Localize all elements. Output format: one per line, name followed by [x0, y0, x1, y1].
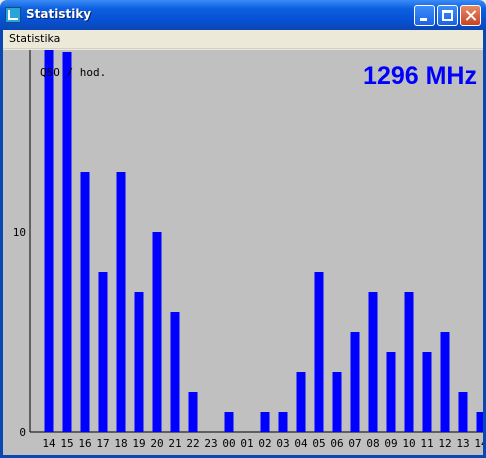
x-tick-label: 18	[114, 437, 127, 450]
bar	[134, 292, 144, 432]
x-tick-label: 06	[330, 437, 343, 450]
x-tick-label: 01	[240, 437, 253, 450]
window-title: Statistiky	[26, 7, 92, 21]
x-tick-label: 07	[348, 437, 361, 450]
x-tick-label: 04	[294, 437, 308, 450]
bar	[62, 52, 72, 432]
bar	[260, 412, 270, 432]
bar	[476, 412, 483, 432]
bar	[422, 352, 432, 432]
statistiky-window: Statistiky Statistika 0 10 14 15 16 17 18 19 20 2…	[0, 0, 486, 458]
bar	[332, 372, 342, 432]
y-tick-label: 0	[19, 426, 26, 439]
bar	[350, 332, 360, 432]
bar	[386, 352, 396, 432]
x-tick-label: 03	[276, 437, 289, 450]
x-tick-label: 12	[438, 437, 451, 450]
x-tick-label: 14	[42, 437, 56, 450]
frequency-label: 1296 MHz	[363, 62, 477, 90]
bar	[116, 172, 126, 432]
bar	[296, 372, 306, 432]
y-tick-label: 10	[13, 226, 26, 239]
x-tick-label: 02	[258, 437, 271, 450]
x-tick-label: 05	[312, 437, 325, 450]
x-tick-label: 00	[222, 437, 235, 450]
x-tick-label: 17	[96, 437, 109, 450]
x-tick-label: 14	[474, 437, 483, 450]
x-tick-label: 13	[456, 437, 469, 450]
bar	[368, 292, 378, 432]
bar	[278, 412, 288, 432]
bar	[314, 272, 324, 432]
x-tick-label: 10	[402, 437, 415, 450]
bar	[458, 392, 468, 432]
bar	[188, 392, 198, 432]
close-button[interactable]	[460, 5, 481, 26]
menu-item-statistika[interactable]: Statistika	[9, 32, 60, 45]
bar-chart: 0 10 14 15 16 17 18 19 20 21 22 23 00 01 02 03 04 05 06 07 0…	[13, 50, 483, 450]
x-tick-label: 23	[204, 437, 217, 450]
bar	[152, 232, 162, 432]
minimize-button[interactable]	[414, 5, 435, 26]
title-bar[interactable]: Statistiky	[0, 0, 486, 30]
bar	[80, 172, 90, 432]
y-axis-label: QSO / hod.	[40, 66, 107, 79]
bar	[224, 412, 234, 432]
app-icon	[5, 7, 21, 23]
bar	[440, 332, 450, 432]
x-tick-label: 15	[60, 437, 73, 450]
chart-area: 0 10 14 15 16 17 18 19 20 21 22 23 00 01 02 03 04 05 06 07 0…	[3, 50, 483, 455]
x-tick-label: 16	[78, 437, 91, 450]
x-tick-label: 11	[420, 437, 433, 450]
x-tick-label: 09	[384, 437, 397, 450]
menu-bar: Statistika	[3, 30, 483, 49]
x-tick-label: 20	[150, 437, 163, 450]
bar	[98, 272, 108, 432]
x-tick-label: 21	[168, 437, 181, 450]
x-tick-label: 19	[132, 437, 145, 450]
bar	[44, 50, 54, 432]
bar	[170, 312, 180, 432]
maximize-button[interactable]	[437, 5, 458, 26]
x-tick-label: 22	[186, 437, 199, 450]
bar	[404, 292, 414, 432]
x-tick-label: 08	[366, 437, 379, 450]
